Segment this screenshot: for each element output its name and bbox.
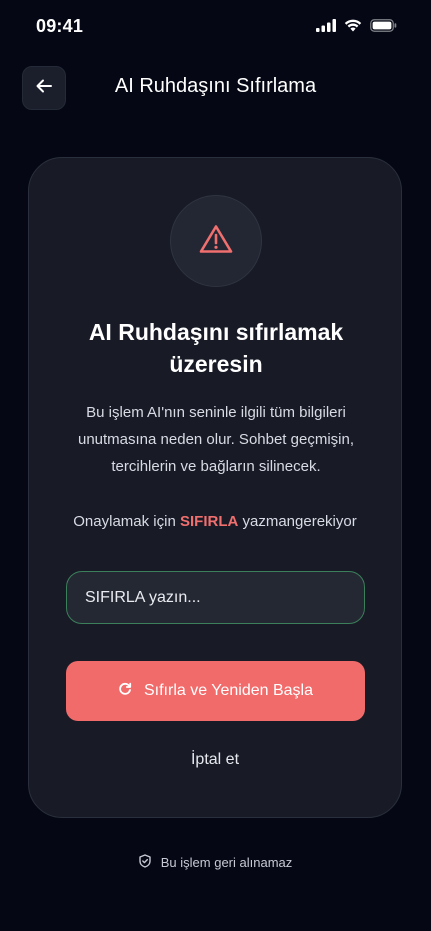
status-bar: 09:41 <box>0 0 431 56</box>
card-title: AI Ruhdaşını sıfırlamak üzeresin <box>49 316 383 380</box>
confirm-prefix: Onaylamak için <box>73 513 176 530</box>
reset-button[interactable]: Sıfırla ve Yeniden Başla <box>66 661 365 721</box>
cancel-link[interactable]: İptal et <box>29 751 401 769</box>
reset-card: AI Ruhdaşını sıfırlamak üzeresin Bu işle… <box>28 157 402 818</box>
confirm-keyword: SIFIRLA <box>179 513 239 530</box>
warning-badge <box>170 195 262 287</box>
reset-button-label: Sıfırla ve Yeniden Başla <box>143 682 313 699</box>
warning-triangle-icon <box>199 224 233 259</box>
wifi-icon <box>344 19 362 37</box>
confirm-input[interactable] <box>66 571 365 624</box>
page-title: AI Ruhdaşını Sıfırlama <box>114 75 317 97</box>
footer-note: Bu işlem geri alınamaz <box>0 854 431 871</box>
confirm-suffix: yazmangerekiyor <box>242 513 357 530</box>
signal-icon <box>316 19 336 37</box>
header: AI Ruhdaşını Sıfırlama <box>0 60 431 116</box>
status-icons <box>316 19 397 37</box>
card-title-line: üzeresin <box>169 351 263 377</box>
confirm-instruction: Onaylamak için SIFIRLA yazmangerekiyor <box>29 513 401 530</box>
description-line: tercihlerin ve bağların silinecek. <box>111 458 321 475</box>
refresh-icon <box>118 682 132 701</box>
card-description: Bu işlem AI'nın seninle ilgili tüm bilgi… <box>53 399 379 480</box>
description-line: Bu işlem AI'nın seninle ilgili tüm bilgi… <box>86 404 346 421</box>
shield-check-icon <box>139 854 151 871</box>
status-time: 09:41 <box>36 16 84 36</box>
card-title-line: AI Ruhdaşını sıfırlamak <box>88 319 344 345</box>
battery-icon <box>370 19 397 37</box>
description-line: unutmasına neden olur. Sohbet geçmişin, <box>77 431 354 448</box>
footer-note-text: Bu işlem geri alınamaz <box>160 855 293 870</box>
